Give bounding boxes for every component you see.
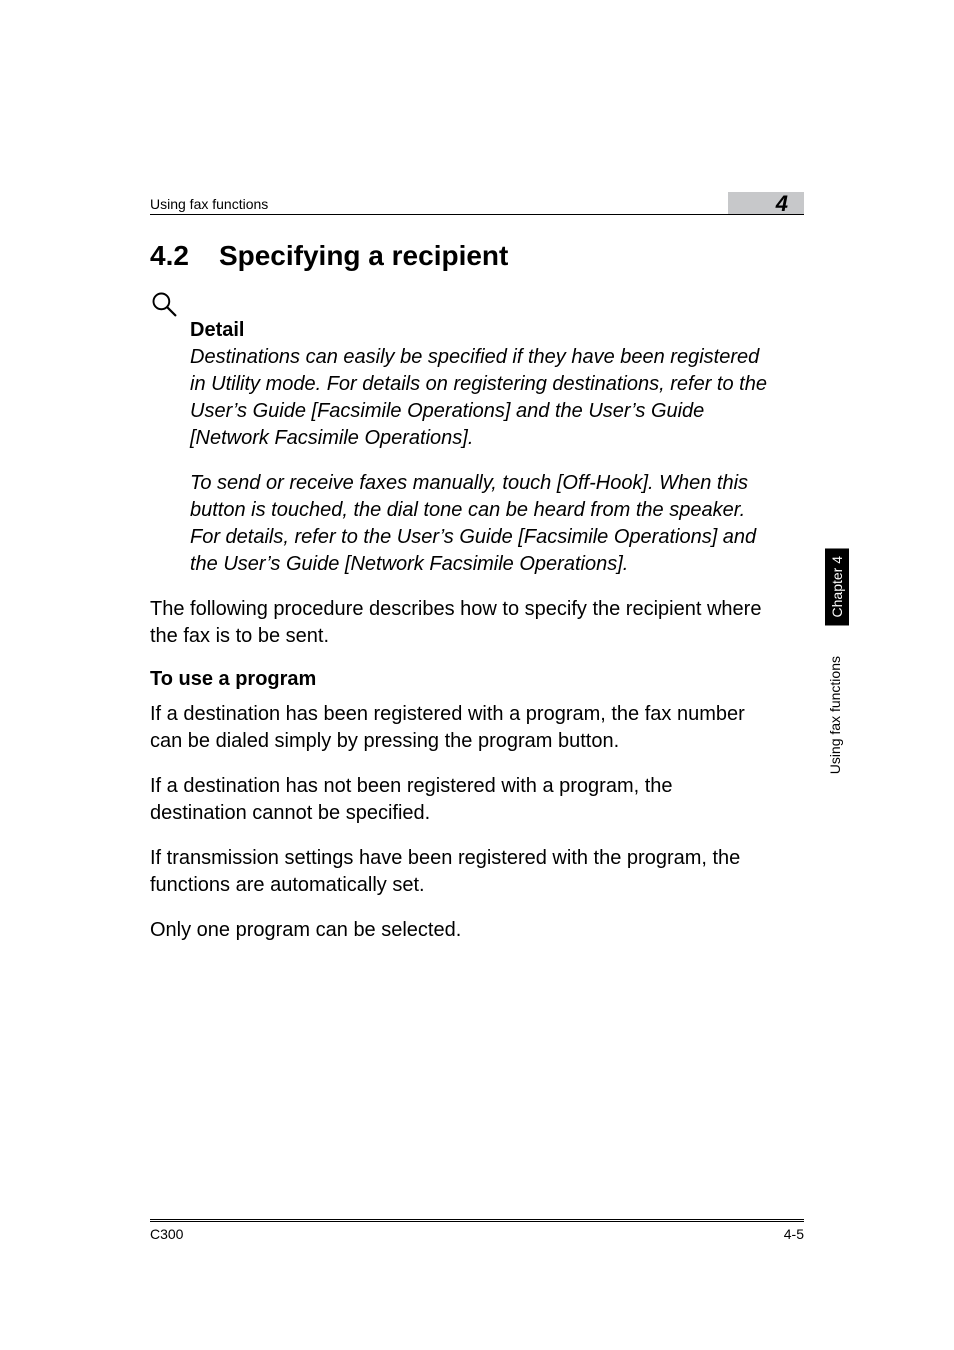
intro-paragraph: The following procedure describes how to… xyxy=(150,596,770,650)
side-tab-chapter: Chapter 4 xyxy=(825,548,849,625)
subsection-p1: If a destination has been registered wit… xyxy=(150,701,770,755)
subsection-p4: Only one program can be selected. xyxy=(150,917,770,944)
footer-left: C300 xyxy=(150,1226,183,1242)
footer-right: 4-5 xyxy=(784,1226,804,1242)
page-footer: C300 4-5 xyxy=(150,1219,804,1242)
detail-paragraph-1: Destinations can easily be specified if … xyxy=(190,344,770,452)
magnifier-icon xyxy=(150,290,178,318)
section-title-text: Specifying a recipient xyxy=(219,240,508,271)
running-header: Using fax functions 4 xyxy=(150,193,804,215)
subsection-p3: If transmission settings have been regis… xyxy=(150,845,770,899)
detail-label: Detail xyxy=(190,319,770,342)
subsection-heading: To use a program xyxy=(150,668,770,691)
side-label: Using fax functions xyxy=(827,656,843,774)
content-area: 4.2 Specifying a recipient Detail Destina… xyxy=(150,228,770,962)
footer-row: C300 4-5 xyxy=(150,1221,804,1242)
running-header-text: Using fax functions xyxy=(150,196,268,214)
running-header-badge: 4 xyxy=(728,192,804,214)
section-number: 4.2 xyxy=(150,240,189,272)
subsection-p2: If a destination has not been registered… xyxy=(150,773,770,827)
section-title: 4.2 Specifying a recipient xyxy=(150,240,770,272)
detail-paragraph-2: To send or receive faxes manually, touch… xyxy=(190,470,770,578)
page: Using fax functions 4 4.2 Specifying a re… xyxy=(0,0,954,1350)
